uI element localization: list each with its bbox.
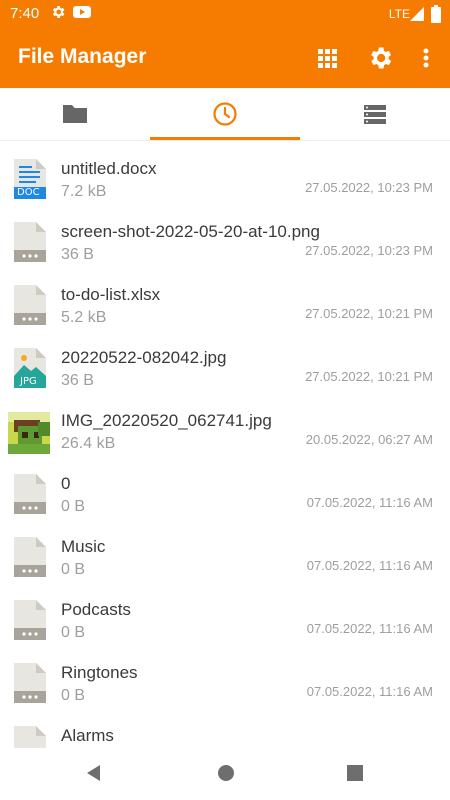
file-name: Podcasts — [61, 600, 131, 619]
navigation-bar — [0, 748, 450, 800]
doc-file-icon: DOC — [12, 157, 48, 201]
status-time: 7:40 — [10, 5, 40, 22]
file-size: 26.4 kB — [61, 435, 116, 452]
back-icon[interactable] — [84, 763, 104, 788]
file-date: 27.05.2022, 10:23 PM — [305, 180, 433, 195]
generic-file-icon — [12, 724, 48, 748]
file-row[interactable]: Podcasts 0 B 07.05.2022, 11:16 AM — [0, 581, 450, 644]
status-bar: 7:40 LTE — [0, 0, 450, 28]
file-name: untitled.docx — [61, 159, 157, 178]
jpg-file-icon: JPG — [12, 346, 48, 390]
file-name: Alarms — [61, 726, 114, 745]
file-size: 5.2 kB — [61, 309, 107, 326]
file-date: 07.05.2022, 11:16 AM — [306, 621, 433, 636]
file-row[interactable]: 0 0 B 07.05.2022, 11:16 AM — [0, 455, 450, 518]
image-thumbnail — [8, 412, 50, 454]
battery-icon — [431, 5, 441, 28]
tab-recent[interactable] — [150, 88, 300, 140]
file-date: 27.05.2022, 10:23 PM — [305, 243, 433, 258]
network-type: LTE — [388, 7, 410, 21]
generic-file-icon — [12, 535, 48, 579]
tab-storage[interactable] — [300, 88, 450, 140]
generic-file-icon — [12, 598, 48, 642]
storage-icon — [364, 105, 386, 124]
file-name: 20220522-082042.jpg — [61, 348, 227, 367]
file-row[interactable]: Music 0 B 07.05.2022, 11:16 AM — [0, 518, 450, 581]
file-row[interactable]: IMG_20220520_062741.jpg 26.4 kB 20.05.20… — [0, 392, 450, 455]
file-size: 0 B — [61, 687, 86, 704]
file-row[interactable]: to-do-list.xlsx 5.2 kB 27.05.2022, 10:21… — [0, 266, 450, 329]
file-size: 36 B — [61, 372, 94, 389]
file-row[interactable]: screen-shot-2022-05-20-at-10.png 36 B 27… — [0, 203, 450, 266]
file-size: 0 B — [61, 498, 86, 515]
file-row[interactable]: Ringtones 0 B 07.05.2022, 11:16 AM — [0, 644, 450, 707]
generic-file-icon — [12, 220, 48, 264]
settings-icon — [50, 4, 66, 25]
file-type-badge: JPG — [20, 376, 37, 387]
file-name: 0 — [61, 474, 71, 493]
youtube-icon — [72, 4, 92, 25]
clock-icon — [213, 102, 237, 126]
file-type-badge: DOC — [17, 187, 40, 198]
file-date: 20.05.2022, 06:27 AM — [305, 432, 433, 447]
file-list: DOC untitled.docx 7.2 kB 27.05.2022, 10:… — [0, 140, 450, 748]
folder-icon — [63, 105, 87, 123]
file-date: 07.05.2022, 11:16 AM — [306, 495, 433, 510]
home-icon[interactable] — [216, 763, 236, 788]
file-date: 27.05.2022, 10:21 PM — [305, 306, 433, 321]
app-title: File Manager — [18, 45, 147, 68]
signal-icon — [410, 7, 424, 26]
generic-file-icon — [12, 283, 48, 327]
file-size: 7.2 kB — [61, 183, 107, 200]
file-date: 07.05.2022, 11:16 AM — [306, 558, 433, 573]
file-size: 0 B — [61, 561, 86, 578]
file-name: Music — [61, 537, 106, 556]
more-vert-icon[interactable] — [412, 44, 440, 72]
recents-icon[interactable] — [345, 763, 365, 788]
file-size: 0 B — [61, 624, 86, 641]
file-name: to-do-list.xlsx — [61, 285, 161, 304]
generic-file-icon — [12, 661, 48, 705]
file-name: IMG_20220520_062741.jpg — [61, 411, 272, 430]
file-size: 36 B — [61, 246, 94, 263]
file-name: Ringtones — [61, 663, 138, 682]
file-name: screen-shot-2022-05-20-at-10.png — [61, 222, 320, 241]
app-bar: File Manager — [0, 28, 450, 88]
settings-icon[interactable] — [366, 44, 394, 72]
grid-view-icon[interactable] — [313, 44, 341, 72]
file-date: 27.05.2022, 10:21 PM — [305, 369, 433, 384]
tab-folders[interactable] — [0, 88, 150, 140]
file-date: 07.05.2022, 11:16 AM — [306, 684, 433, 699]
generic-file-icon — [12, 472, 48, 516]
file-row[interactable]: DOC untitled.docx 7.2 kB 27.05.2022, 10:… — [0, 140, 450, 203]
file-row[interactable]: JPG 20220522-082042.jpg 36 B 27.05.2022,… — [0, 329, 450, 392]
tab-bar — [0, 88, 450, 141]
file-row[interactable]: Alarms — [0, 707, 450, 748]
